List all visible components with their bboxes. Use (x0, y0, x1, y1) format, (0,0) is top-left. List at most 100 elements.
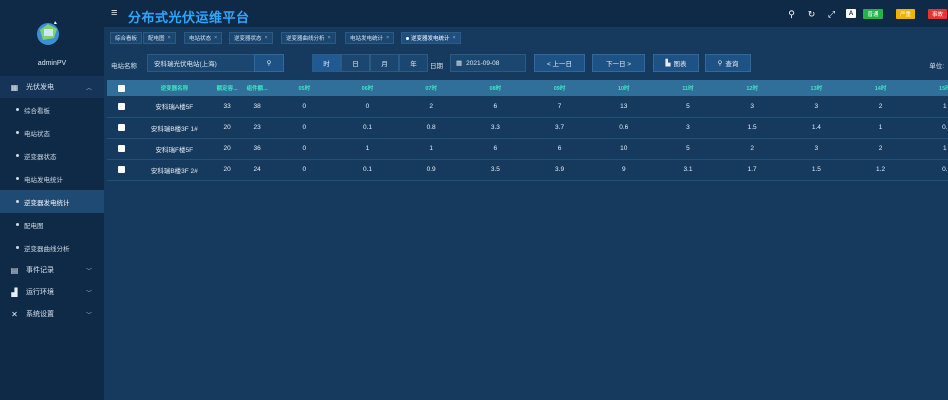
tab-label: 综合看板 (115, 36, 138, 42)
column-header[interactable]: 07时 (399, 80, 464, 96)
table-cell: 安科瑞A楼5F (136, 96, 213, 118)
table-header-row: 逆变器名称 额定容... 组件额... 05时 06时 07时 08时 09时 … (107, 80, 948, 96)
row-checkbox[interactable] (107, 96, 136, 118)
sidebar-menu: ▦ 光伏发电 ︿ 综合看板 电站状态 逆变器状态 电站发电统计 逆变器发电统计 … (0, 76, 104, 325)
station-select[interactable]: 安科瑞光伏电站(上海) (147, 54, 255, 72)
tab-inverter-status[interactable]: 逆变器状态 × (229, 32, 273, 44)
close-icon[interactable]: × (453, 35, 456, 41)
table-cell: 20 (212, 159, 242, 181)
date-picker[interactable]: ▦ 2021-09-08 (450, 54, 526, 72)
sidebar-group-env[interactable]: ▟ 运行环境 ﹀ (0, 281, 104, 303)
table-cell: 0 (272, 159, 336, 181)
table-cell: 0.8 (399, 117, 464, 139)
column-header[interactable]: 08时 (463, 80, 528, 96)
query-button[interactable]: ⚲ 查询 (705, 54, 751, 72)
row-checkbox[interactable] (107, 117, 136, 139)
close-icon[interactable]: × (265, 35, 268, 41)
sidebar-group-pv[interactable]: ▦ 光伏发电 ︿ (0, 76, 104, 98)
tab-label: 逆变器状态 (234, 36, 262, 42)
chevron-up-icon: ︿ (85, 86, 92, 92)
sidebar-item-label: 逆变器状态 (24, 153, 57, 161)
refresh-icon[interactable]: ↻ (806, 9, 817, 19)
table-cell: 0.1 (335, 159, 400, 181)
period-hour-button[interactable]: 时 (312, 54, 341, 72)
table-cell: 1.4 (784, 117, 849, 139)
table-row[interactable]: 安科瑞B楼3F 1# 20 23 0 0.1 0.8 3.3 3.7 0.6 3… (107, 117, 948, 139)
alarm-badge-normal[interactable]: 普通 (863, 9, 883, 19)
table-row[interactable]: 安科瑞F楼5F 20 36 0 1 1 6 6 10 5 2 3 2 1 (107, 138, 948, 160)
station-search-button[interactable]: ⚲ (254, 54, 284, 72)
column-header[interactable]: 15时 (912, 80, 948, 96)
sidebar-item-label: 电站发电统计 (24, 176, 63, 184)
close-icon[interactable]: × (328, 35, 331, 41)
calendar-icon: ▦ (456, 60, 463, 67)
tab-distribution[interactable]: 配电图 × (143, 32, 176, 44)
column-header[interactable]: 09时 (527, 80, 592, 96)
row-checkbox[interactable] (107, 138, 136, 160)
close-icon[interactable]: × (214, 35, 217, 41)
tab-label: 电站状态 (189, 36, 212, 42)
tab-inverter-curve[interactable]: 逆变器曲线分析 × (281, 32, 336, 44)
select-all-checkbox[interactable] (107, 80, 136, 96)
table-cell: 1.2 (848, 159, 913, 181)
font-size-icon[interactable]: A (846, 9, 856, 18)
hamburger-icon[interactable]: ≡ (111, 8, 117, 19)
sidebar-item-inverter-curve[interactable]: 逆变器曲线分析 (0, 236, 104, 259)
alarm-badge-accident[interactable]: 事故 (928, 9, 947, 19)
table-cell: 0 (272, 96, 336, 118)
table-cell: 2 (720, 138, 785, 160)
table-cell: 1.5 (720, 117, 785, 139)
sidebar-group-events[interactable]: ▤ 事件记录 ﹀ (0, 259, 104, 281)
sidebar-item-station-status[interactable]: 电站状态 (0, 121, 104, 144)
column-header[interactable]: 05时 (272, 80, 336, 96)
sidebar-item-distribution[interactable]: 配电图 (0, 213, 104, 236)
table-row[interactable]: 安科瑞B楼3F 2# 20 24 0 0.1 0.9 3.5 3.9 9 3.1… (107, 159, 948, 181)
sidebar-item-inverter-status[interactable]: 逆变器状态 (0, 144, 104, 167)
period-month-button[interactable]: 月 (370, 54, 399, 72)
column-header[interactable]: 10时 (591, 80, 656, 96)
sidebar-item-station-stats[interactable]: 电站发电统计 (0, 167, 104, 190)
chart-button-label: 图表 (673, 61, 687, 68)
column-header[interactable]: 额定容... (212, 80, 242, 96)
tab-inverter-stats[interactable]: 逆变器发电统计 × (401, 32, 461, 44)
fullscreen-icon[interactable]: ⤢ (826, 9, 837, 19)
table-row[interactable]: 安科瑞A楼5F 33 38 0 0 2 6 7 13 5 3 3 2 1 (107, 96, 948, 118)
alarm-badge-serious[interactable]: 严重 (896, 9, 915, 19)
tab-dashboard[interactable]: 综合看板 (110, 32, 143, 44)
column-header[interactable]: 06时 (335, 80, 400, 96)
date-value: 2021-09-08 (466, 59, 500, 67)
period-day-button[interactable]: 日 (341, 54, 370, 72)
table-cell: 3.3 (463, 117, 528, 139)
column-header[interactable]: 组件额... (241, 80, 273, 96)
prev-day-button[interactable]: < 上一日 (534, 54, 585, 72)
table-cell: 24 (241, 159, 273, 181)
sidebar-item-label: 综合看板 (24, 107, 50, 115)
chevron-down-icon: ﹀ (85, 291, 92, 297)
close-icon[interactable]: × (168, 35, 171, 41)
chart-button[interactable]: ▙ 图表 (653, 54, 699, 72)
sidebar-item-inverter-stats[interactable]: 逆变器发电统计 (0, 190, 104, 213)
next-day-button[interactable]: 下一日 > (592, 54, 645, 72)
column-header[interactable]: 11时 (655, 80, 721, 96)
tab-station-status[interactable]: 电站状态 × (184, 32, 223, 44)
record-icon: ▤ (10, 265, 19, 275)
period-year-button[interactable]: 年 (399, 54, 428, 72)
search-icon[interactable]: ⚲ (786, 9, 797, 19)
column-header[interactable]: 14时 (848, 80, 913, 96)
column-header[interactable]: 12时 (720, 80, 785, 96)
tab-station-stats[interactable]: 电站发电统计 × (345, 32, 395, 44)
table-cell: 2 (399, 96, 464, 118)
table-cell: 6 (527, 138, 592, 160)
table-cell: 33 (212, 96, 242, 118)
table-cell: 1 (848, 117, 913, 139)
column-header[interactable]: 逆变器名称 (136, 80, 213, 96)
close-icon[interactable]: × (386, 35, 389, 41)
sidebar-item-label: 电站状态 (24, 130, 50, 138)
sidebar-item-dashboard[interactable]: 综合看板 (0, 98, 104, 121)
row-checkbox[interactable] (107, 159, 136, 181)
sidebar-item-label: 配电图 (24, 222, 44, 230)
sidebar-group-settings[interactable]: ✕ 系统设置 ﹀ (0, 303, 104, 325)
column-header[interactable]: 13时 (784, 80, 849, 96)
sidebar-group-label: 运行环境 (26, 289, 54, 296)
table-cell: 3.1 (655, 159, 721, 181)
